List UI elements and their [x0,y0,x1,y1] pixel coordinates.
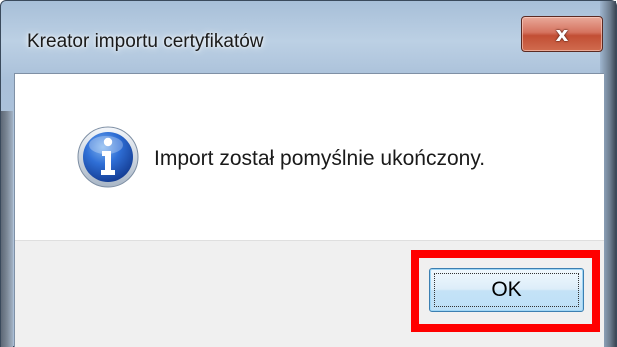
button-bar: OK [15,240,604,347]
info-icon [77,126,139,188]
close-button[interactable]: x [521,16,603,52]
message-text: Import został pomyślnie ukończony. [154,147,486,170]
dialog-client-area: Import został pomyślnie ukończony. OK [14,73,604,347]
ok-button-label: OK [491,278,522,301]
window-title: Kreator importu certyfikatów [27,31,264,52]
window-frame-left [1,111,13,347]
message-area: Import został pomyślnie ukończony. [15,74,604,240]
close-icon: x [555,22,569,46]
screenshot-canvas: Kreator importu certyfikatów x Import zo… [0,0,617,347]
ok-button[interactable]: OK [429,268,584,312]
